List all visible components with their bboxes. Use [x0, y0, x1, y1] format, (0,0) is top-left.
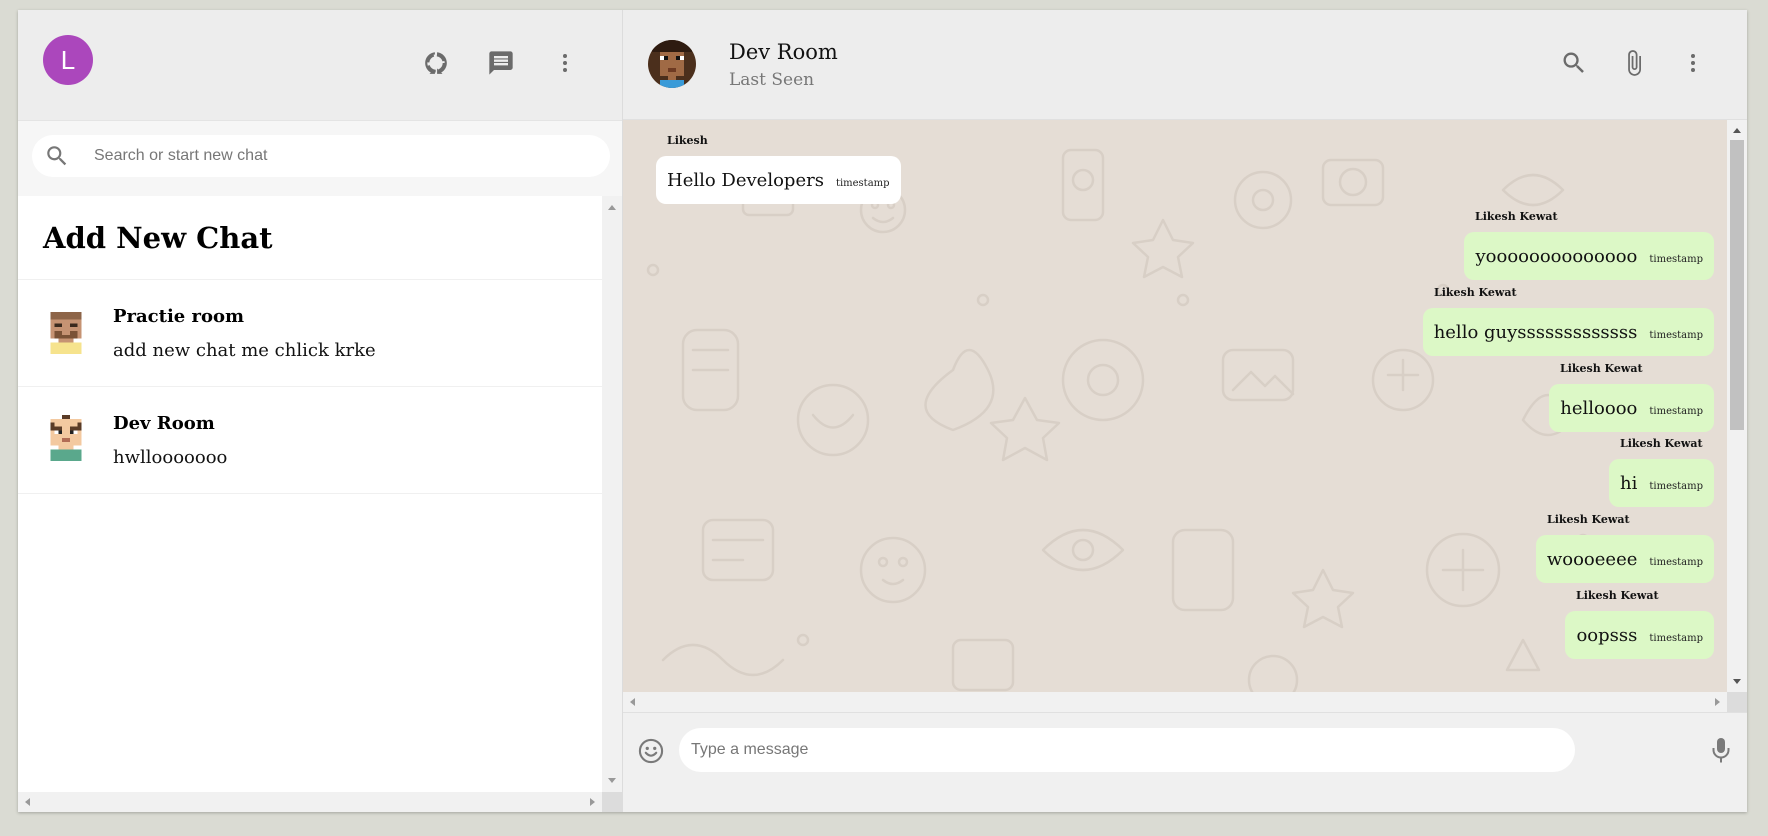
chat-last-message: add new chat me chlick krke — [113, 340, 376, 361]
message-timestamp: timestamp — [1649, 632, 1703, 644]
add-new-chat-button[interactable]: Add New Chat — [18, 196, 602, 280]
chat-item-dev-room[interactable]: Dev Room hwllooooooo — [18, 387, 602, 494]
message-text: Hello Developers — [667, 169, 824, 191]
message-sender: Likesh Kewat — [1620, 437, 1703, 450]
sidebar-horizontal-scrollbar[interactable] — [18, 792, 602, 812]
message-text: oopsss — [1576, 624, 1638, 646]
message-row: Likesh Kewat hi timestamp — [1314, 437, 1714, 509]
emoji-icon[interactable] — [637, 737, 665, 765]
message-text: hello guysssssssssssss — [1433, 321, 1638, 343]
message-bubble[interactable]: Hello Developers timestamp — [656, 156, 901, 204]
scroll-down-arrow-icon[interactable] — [1733, 679, 1741, 684]
scroll-down-arrow-icon[interactable] — [608, 778, 616, 783]
contact-avatar — [43, 308, 89, 354]
scrollbar-corner — [1727, 692, 1747, 712]
message-timestamp: timestamp — [1649, 253, 1703, 265]
room-avatar[interactable] — [648, 40, 696, 88]
new-chat-icon[interactable] — [486, 48, 516, 78]
room-last-seen: Last Seen — [729, 70, 815, 90]
chat-horizontal-scrollbar[interactable] — [623, 692, 1727, 712]
message-input[interactable] — [679, 728, 1575, 772]
message-row: Likesh Kewat helloooo timestamp — [1314, 362, 1714, 434]
message-timestamp: timestamp — [1649, 405, 1703, 417]
scrollbar-corner — [602, 792, 622, 812]
chat-vertical-scrollbar[interactable] — [1727, 120, 1747, 692]
chat-name: Dev Room — [113, 413, 215, 434]
message-bubble[interactable]: oopsss timestamp — [1565, 611, 1714, 659]
message-list: Likesh Hello Developers timestamp Likesh Ke… — [623, 120, 1727, 692]
chat-list: Add New Chat Practie room add new chat m… — [18, 196, 622, 812]
scroll-right-arrow-icon[interactable] — [590, 798, 595, 806]
message-sender: Likesh — [667, 134, 708, 147]
scroll-left-arrow-icon[interactable] — [630, 698, 635, 706]
message-timestamp: timestamp — [1649, 329, 1703, 341]
message-timestamp: timestamp — [835, 177, 890, 189]
message-row: Likesh Kewat yoooooooooooooo timestamp — [1314, 210, 1714, 282]
scroll-up-arrow-icon[interactable] — [608, 205, 616, 210]
message-sender: Likesh Kewat — [1547, 513, 1630, 526]
more-vert-icon[interactable] — [550, 48, 580, 78]
user-avatar[interactable]: L — [43, 35, 93, 85]
scrollbar-thumb[interactable] — [1730, 140, 1744, 430]
add-new-chat-label: Add New Chat — [43, 220, 273, 255]
message-composer — [623, 712, 1747, 812]
sidebar-vertical-scrollbar[interactable] — [602, 196, 622, 792]
message-timestamp: timestamp — [1649, 556, 1703, 568]
search-bar — [18, 121, 622, 196]
message-timestamp: timestamp — [1649, 480, 1703, 492]
chat-header: Dev Room Last Seen — [623, 10, 1747, 120]
attach-icon[interactable] — [1619, 48, 1649, 78]
search-icon[interactable] — [1559, 48, 1589, 78]
chat-body: Likesh Hello Developers timestamp Likesh Ke… — [623, 120, 1747, 712]
message-text: yoooooooooooooo — [1475, 245, 1638, 267]
more-vert-icon[interactable] — [1678, 48, 1708, 78]
message-row: Likesh Hello Developers timestamp — [656, 134, 1056, 206]
scroll-right-arrow-icon[interactable] — [1715, 698, 1720, 706]
message-sender: Likesh Kewat — [1475, 210, 1558, 223]
contact-avatar — [43, 415, 89, 461]
message-sender: Likesh Kewat — [1576, 589, 1659, 602]
scroll-up-arrow-icon[interactable] — [1733, 128, 1741, 133]
message-text: hi — [1620, 472, 1638, 494]
search-input[interactable] — [92, 146, 610, 166]
message-text: helloooo — [1560, 397, 1638, 419]
mic-icon[interactable] — [1709, 735, 1733, 765]
room-name: Dev Room — [729, 40, 838, 64]
whatsapp-app: L Add New Chat — [18, 10, 1747, 812]
chat-name: Practie room — [113, 306, 245, 327]
message-bubble[interactable]: hello guysssssssssssss timestamp — [1422, 308, 1714, 356]
sidebar: L Add New Chat — [18, 10, 623, 812]
message-sender: Likesh Kewat — [1434, 286, 1517, 299]
message-text: woooeeee — [1546, 548, 1638, 570]
message-sender: Likesh Kewat — [1560, 362, 1643, 375]
message-row: Likesh Kewat woooeeee timestamp — [1314, 513, 1714, 585]
message-row: Likesh Kewat hello guysssssssssssss timest… — [1314, 286, 1714, 358]
scroll-left-arrow-icon[interactable] — [25, 798, 30, 806]
search-container — [32, 135, 610, 177]
status-icon[interactable] — [421, 48, 451, 78]
chat-last-message: hwllooooooo — [113, 447, 228, 468]
message-bubble[interactable]: yoooooooooooooo timestamp — [1464, 232, 1714, 280]
message-bubble[interactable]: hi timestamp — [1609, 459, 1714, 507]
chat-panel: Dev Room Last Seen Likesh Hello Develope… — [623, 10, 1747, 812]
message-bubble[interactable]: woooeeee timestamp — [1535, 535, 1714, 583]
message-row: Likesh Kewat oopsss timestamp — [1314, 589, 1714, 661]
sidebar-header: L — [18, 10, 622, 121]
message-bubble[interactable]: helloooo timestamp — [1549, 384, 1714, 432]
chat-item-practie-room[interactable]: Practie room add new chat me chlick krke — [18, 280, 602, 387]
search-icon — [44, 143, 70, 169]
